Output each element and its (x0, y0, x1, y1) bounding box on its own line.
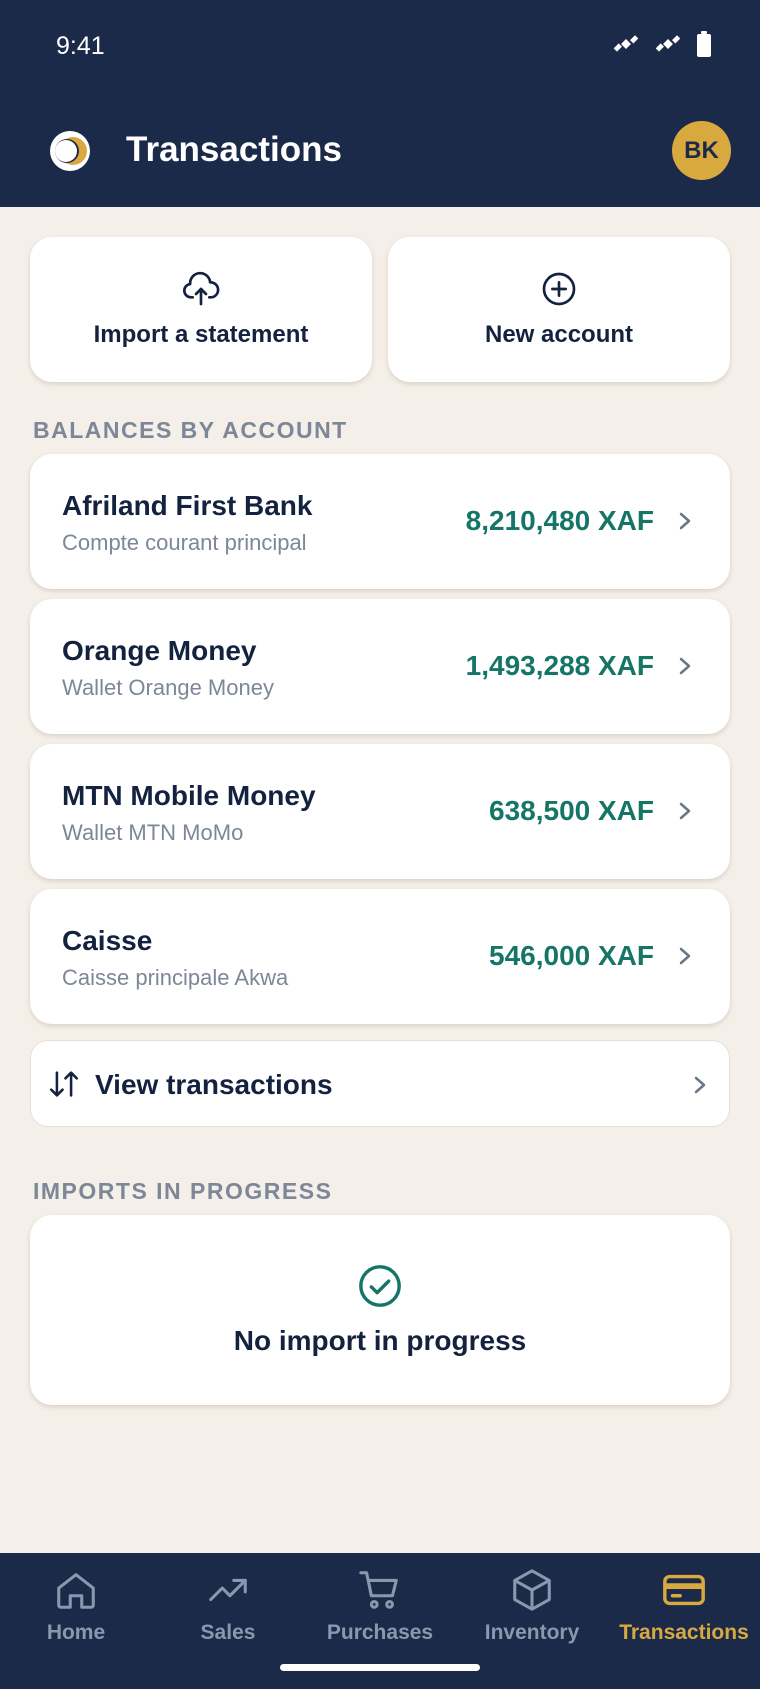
view-transactions-label: View transactions (95, 1069, 333, 1100)
home-indicator[interactable] (280, 1664, 480, 1671)
satellite-icon (655, 35, 681, 52)
account-balance: 8,210,480 XAF (465, 505, 654, 536)
import-statement-button[interactable]: Import a statement (30, 237, 372, 382)
chevron-right-icon (679, 512, 691, 530)
battery-icon (697, 31, 711, 57)
avatar[interactable]: BK (672, 121, 731, 180)
status-bar: 9:41 (0, 0, 760, 96)
account-card-mtn-momo[interactable]: MTN Mobile Money Wallet MTN MoMo 638,500… (30, 744, 730, 879)
chevron-right-icon (679, 657, 691, 675)
nav-label: Purchases (326, 1621, 434, 1644)
account-balance: 638,500 XAF (489, 795, 654, 826)
cart-icon (359, 1571, 398, 1609)
nav-label: Home (46, 1621, 106, 1644)
trending-up-icon (209, 1578, 247, 1602)
card-icon (663, 1574, 705, 1606)
account-name: Orange Money (62, 635, 257, 666)
plus-circle-icon (542, 272, 576, 306)
chevron-right-icon (679, 947, 691, 965)
check-circle-icon (359, 1265, 401, 1307)
account-name: MTN Mobile Money (62, 780, 316, 811)
sort-arrows-icon (49, 1071, 79, 1097)
nav-item-transactions[interactable]: Transactions (608, 1567, 760, 1667)
nav-label: Transactions (619, 1621, 749, 1644)
page-title: Transactions (126, 130, 342, 169)
import-statement-label: Import a statement (93, 321, 309, 348)
nav-label: Sales (200, 1621, 256, 1644)
nav-label: Inventory (484, 1621, 580, 1644)
nav-item-home[interactable]: Home (0, 1567, 152, 1667)
account-name: Afriland First Bank (62, 490, 313, 521)
new-account-button[interactable]: New account (388, 237, 730, 382)
satellite-icon (613, 35, 639, 52)
app-header: Transactions BK (0, 96, 760, 207)
chevron-right-icon (679, 802, 691, 820)
account-card-caisse[interactable]: Caisse Caisse principale Akwa 546,000 XA… (30, 889, 730, 1024)
view-transactions-button[interactable]: View transactions (30, 1040, 730, 1127)
account-balance: 1,493,288 XAF (465, 650, 654, 681)
cloud-upload-icon (182, 271, 220, 306)
account-balance: 546,000 XAF (489, 940, 654, 971)
status-time: 9:41 (56, 32, 105, 60)
account-card-afriland[interactable]: Afriland First Bank Compte courant princ… (30, 454, 730, 589)
nav-item-purchases[interactable]: Purchases (304, 1567, 456, 1667)
status-icons (612, 30, 712, 58)
imports-empty-state: No import in progress (30, 1215, 730, 1405)
empty-state-text: No import in progress (233, 1325, 527, 1356)
imports-heading: IMPORTS IN PROGRESS (33, 1178, 333, 1204)
account-card-orange-money[interactable]: Orange Money Wallet Orange Money 1,493,2… (30, 599, 730, 734)
home-icon (57, 1573, 95, 1609)
logo-icon (50, 131, 90, 171)
account-description: Caisse principale Akwa (62, 965, 289, 990)
account-description: Wallet Orange Money (62, 675, 274, 700)
balances-heading: BALANCES BY ACCOUNT (33, 417, 348, 443)
account-description: Wallet MTN MoMo (62, 820, 244, 845)
nav-item-inventory[interactable]: Inventory (456, 1567, 608, 1667)
account-description: Compte courant principal (62, 530, 307, 555)
account-name: Caisse (62, 925, 153, 956)
box-icon (513, 1569, 551, 1611)
chevron-right-icon (694, 1076, 706, 1094)
new-account-label: New account (484, 321, 634, 348)
nav-item-sales[interactable]: Sales (152, 1567, 304, 1667)
